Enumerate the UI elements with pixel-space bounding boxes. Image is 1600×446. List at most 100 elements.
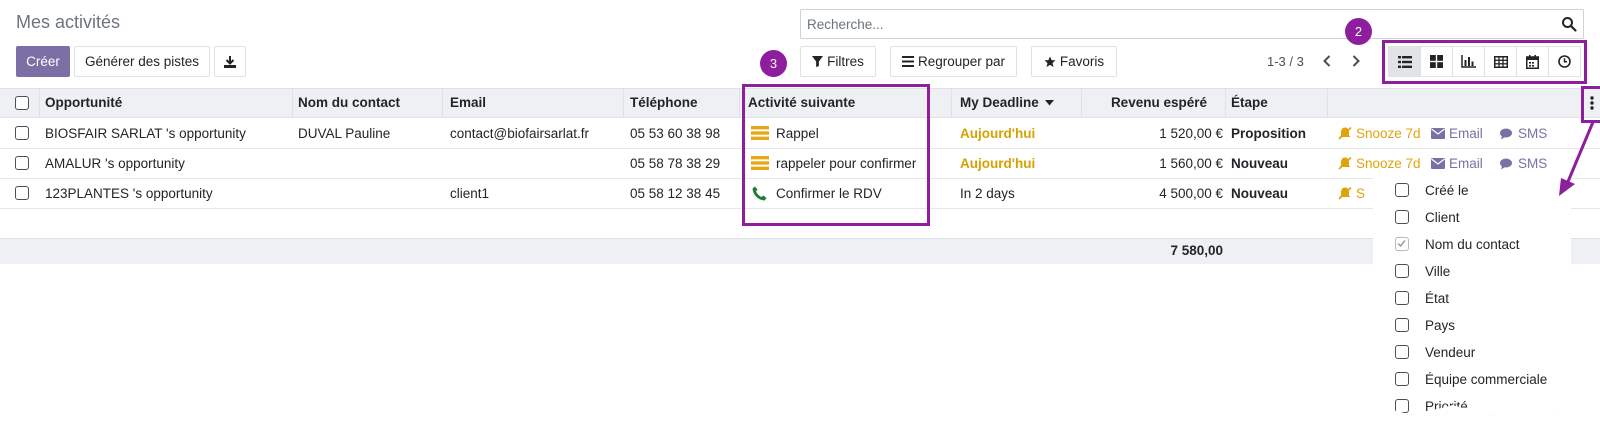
table-footer: 7 580,00 (0, 238, 1600, 264)
view-switcher (1388, 46, 1581, 77)
header-phone[interactable]: Téléphone (630, 89, 698, 117)
optional-columns-button[interactable] (1586, 92, 1598, 114)
vertical-dots-icon (1590, 96, 1594, 110)
search-icon[interactable] (1561, 16, 1577, 32)
select-all-checkbox[interactable] (15, 96, 29, 110)
column-checkbox[interactable] (1395, 318, 1409, 332)
optional-column-state[interactable]: État (1395, 289, 1449, 307)
column-checkbox-checked[interactable] (1395, 237, 1409, 251)
table-row[interactable]: BIOSFAIR SARLAT 's opportunity DUVAL Pau… (0, 119, 1600, 149)
reminder-icon[interactable] (751, 156, 769, 170)
header-activity[interactable]: Activité suivante (748, 89, 855, 117)
optional-column-client[interactable]: Client (1395, 208, 1460, 226)
cell-activity[interactable]: Confirmer le RDV (776, 179, 882, 208)
header-contact[interactable]: Nom du contact (298, 89, 400, 117)
download-icon (224, 55, 236, 68)
header-deadline-label: My Deadline (960, 95, 1039, 110)
bell-slash-icon (1338, 157, 1352, 170)
snooze-button[interactable]: Snooze 7d (1338, 119, 1421, 148)
pager-value[interactable]: 1-3 / 3 (1267, 54, 1304, 69)
kanban-view-button[interactable] (1420, 46, 1453, 77)
column-checkbox[interactable] (1395, 291, 1409, 305)
email-action-button[interactable]: Email (1431, 119, 1483, 148)
optional-column-priority[interactable]: Priorité (1395, 397, 1468, 415)
snooze-label: Snooze 7d (1356, 126, 1421, 141)
header-stage[interactable]: Étape (1231, 89, 1268, 117)
column-separator (39, 89, 40, 117)
column-checkbox[interactable] (1395, 264, 1409, 278)
cell-stage: Nouveau (1231, 186, 1289, 201)
filter-icon (812, 56, 824, 67)
cell-deadline: Aujourd'hui (960, 156, 1036, 171)
option-label: Pays (1425, 317, 1456, 333)
cell-email: client1 (450, 186, 490, 201)
column-separator (951, 89, 952, 117)
table-row[interactable]: 123PLANTES 's opportunity client1 05 58 … (0, 179, 1600, 209)
row-checkbox[interactable] (15, 186, 29, 200)
create-button[interactable]: Créer (16, 46, 70, 77)
group-by-button[interactable]: Regrouper par (890, 46, 1017, 77)
optional-column-created-on[interactable]: Créé le (1395, 181, 1469, 199)
filters-button[interactable]: Filtres (800, 46, 876, 77)
phone-icon[interactable] (752, 186, 767, 201)
optional-column-salesperson[interactable]: Vendeur (1395, 343, 1475, 361)
column-separator (1327, 89, 1328, 117)
cell-phone: 05 58 12 38 45 (630, 186, 721, 201)
column-checkbox[interactable] (1395, 345, 1409, 359)
favorites-button[interactable]: Favoris (1031, 46, 1117, 77)
header-deadline[interactable]: My Deadline (960, 89, 1054, 117)
column-checkbox[interactable] (1395, 183, 1409, 197)
option-label: Client (1425, 209, 1460, 225)
activity-view-button[interactable] (1548, 46, 1581, 77)
generate-leads-button[interactable]: Générer des pistes (74, 46, 210, 77)
column-checkbox[interactable] (1395, 372, 1409, 386)
calendar-view-button[interactable] (1516, 46, 1549, 77)
envelope-icon (1431, 128, 1445, 139)
header-opportunity[interactable]: Opportunité (45, 89, 122, 117)
optional-columns-dropdown: Créé le Client Nom du contact Ville État… (1373, 170, 1571, 415)
row-checkbox[interactable] (15, 126, 29, 140)
header-revenue[interactable]: Revenu espéré (1083, 89, 1207, 117)
graph-view-button[interactable] (1452, 46, 1485, 77)
column-separator (1225, 89, 1226, 117)
column-checkbox[interactable] (1395, 399, 1409, 413)
option-label: Priorité (1425, 398, 1468, 414)
chevron-right-icon (1352, 55, 1360, 67)
pager-next-button[interactable] (1347, 52, 1365, 70)
annotation-arrow (1559, 121, 1595, 196)
cell-revenue: 1 560,00 € (1159, 156, 1223, 171)
search-box[interactable] (800, 9, 1584, 39)
chat-icon (1500, 128, 1512, 139)
envelope-icon (1431, 158, 1445, 169)
total-revenue: 7 580,00 (1170, 243, 1223, 258)
pivot-view-button[interactable] (1484, 46, 1517, 77)
optional-column-contact-name[interactable]: Nom du contact (1395, 235, 1520, 253)
header-email[interactable]: Email (450, 89, 486, 117)
download-button[interactable] (214, 46, 246, 77)
reminder-icon[interactable] (751, 126, 769, 140)
cell-activity[interactable]: rappeler pour confirmer (776, 149, 916, 178)
table-row[interactable]: AMALUR 's opportunity 05 58 78 38 29 rap… (0, 149, 1600, 179)
optional-column-sales-team[interactable]: Équipe commerciale (1395, 370, 1547, 388)
sms-button[interactable]: SMS (1500, 119, 1547, 148)
optional-column-country[interactable]: Pays (1395, 316, 1455, 334)
cell-email: contact@biofairsarlat.fr (450, 126, 590, 141)
search-input[interactable] (801, 10, 1541, 38)
cell-deadline: Aujourd'hui (960, 126, 1036, 141)
cell-activity[interactable]: Rappel (776, 119, 819, 148)
pager-previous-button[interactable] (1318, 52, 1336, 70)
column-separator (292, 89, 293, 117)
column-checkbox[interactable] (1395, 210, 1409, 224)
cell-deadline: In 2 days (960, 186, 1015, 201)
optional-column-city[interactable]: Ville (1395, 262, 1450, 280)
option-label: Vendeur (1425, 344, 1476, 360)
option-label: Équipe commerciale (1425, 371, 1548, 387)
snooze-button[interactable]: S (1338, 179, 1365, 208)
activity-view-icon (1558, 55, 1571, 68)
page-title: Mes activités (16, 12, 121, 32)
pivot-view-icon (1493, 55, 1508, 68)
list-view-button[interactable] (1388, 46, 1421, 77)
email-action-label: Email (1449, 126, 1483, 141)
list-view-icon (1397, 55, 1412, 68)
row-checkbox[interactable] (15, 156, 29, 170)
